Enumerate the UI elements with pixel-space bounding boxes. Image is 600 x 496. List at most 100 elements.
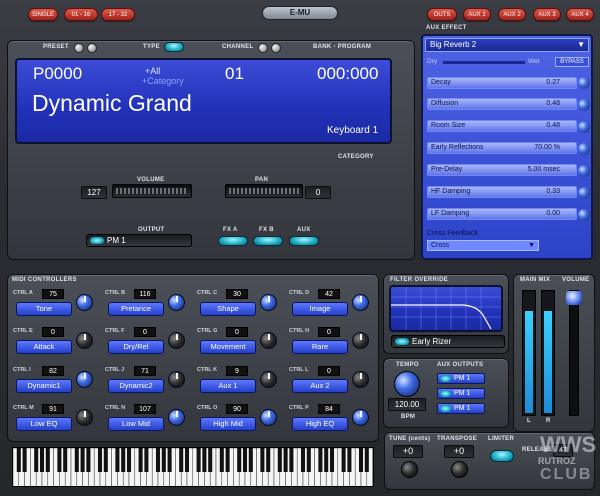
channel-next-button[interactable]: [271, 43, 281, 53]
controller-value[interactable]: 42: [318, 289, 340, 299]
controller-assign-button[interactable]: Image: [292, 302, 348, 316]
param-hf-damping[interactable]: HF Damping 0.33: [427, 186, 577, 198]
aux-output-1[interactable]: PM 1: [437, 373, 485, 384]
controller-assign-button[interactable]: Rare: [292, 340, 348, 354]
param-room-size[interactable]: Room Size 0.48: [427, 120, 577, 132]
controller-knob-icon[interactable]: [352, 294, 369, 311]
controller-assign-button[interactable]: Dry/Rel: [108, 340, 164, 354]
controller-knob-icon[interactable]: [76, 371, 93, 388]
tempo-value[interactable]: 120.00: [388, 398, 426, 411]
filter-type-selector[interactable]: Early Rizer: [391, 335, 505, 348]
controller-knob-icon[interactable]: [168, 371, 185, 388]
aux3-button[interactable]: AUX 3: [533, 8, 561, 21]
volume-value[interactable]: 127: [81, 186, 107, 199]
controller-knob-icon[interactable]: [352, 332, 369, 349]
controller-assign-button[interactable]: Low EQ: [16, 417, 72, 431]
channels-17-32-button[interactable]: 17 - 32: [101, 8, 135, 21]
param-pre-delay[interactable]: Pre-Delay 5.00 msec: [427, 164, 577, 176]
controller-assign-button[interactable]: Aux 1: [200, 379, 256, 393]
controller-knob-icon[interactable]: [352, 371, 369, 388]
controller-assign-button[interactable]: Movement: [200, 340, 256, 354]
aux-outputs-list: PM 1 PM 1 PM 1: [434, 370, 494, 422]
controller-value[interactable]: 90: [226, 404, 248, 414]
controller-value[interactable]: 0: [318, 366, 340, 376]
controller-value[interactable]: 91: [42, 404, 64, 414]
controller-assign-button[interactable]: High EQ: [292, 417, 348, 431]
pan-slider[interactable]: [225, 184, 303, 198]
controller-value[interactable]: 0: [42, 327, 64, 337]
controller-assign-button[interactable]: Dynamic1: [16, 379, 72, 393]
cross-feedback-dropdown[interactable]: Cross ▼: [427, 240, 539, 251]
tempo-knob[interactable]: [394, 371, 420, 397]
controller-value[interactable]: 84: [318, 404, 340, 414]
param-decay[interactable]: Decay 0.27: [427, 77, 577, 89]
controller-knob-icon[interactable]: [352, 409, 369, 426]
aux2-button[interactable]: AUX 2: [498, 8, 526, 21]
controller-value[interactable]: 0: [318, 327, 340, 337]
type-selector[interactable]: [164, 42, 184, 52]
master-volume-fader[interactable]: [566, 290, 582, 416]
controller-knob-icon[interactable]: [168, 294, 185, 311]
controller-knob-icon[interactable]: [76, 409, 93, 426]
effect-type-dropdown[interactable]: Big Reverb 2 ▼: [425, 38, 589, 52]
controller-assign-button[interactable]: Pretance: [108, 302, 164, 316]
controller-knob-icon[interactable]: [168, 332, 185, 349]
controller-knob-icon[interactable]: [76, 332, 93, 349]
piano-keyboard[interactable]: [12, 447, 374, 487]
single-button[interactable]: SINGLE: [28, 8, 58, 21]
type-all: +All: [145, 66, 161, 76]
controller-knob-icon[interactable]: [260, 371, 277, 388]
controller-value[interactable]: 0: [134, 327, 156, 337]
controller-knob-icon[interactable]: [76, 294, 93, 311]
filter-response-graph[interactable]: [389, 285, 503, 332]
controller-assign-button[interactable]: Low Mid: [108, 417, 164, 431]
controller-value[interactable]: 71: [134, 366, 156, 376]
controller-assign-button[interactable]: High Mid: [200, 417, 256, 431]
fxb-send-button[interactable]: [253, 236, 283, 246]
param-knobs[interactable]: [578, 77, 590, 237]
controller-value[interactable]: 0: [226, 327, 248, 337]
aux1-button[interactable]: AUX 1: [463, 8, 491, 21]
preset-prev-button[interactable]: [74, 43, 84, 53]
controller-value[interactable]: 75: [42, 289, 64, 299]
preset-display[interactable]: P0000 +All +Category 01 000:000 Dynamic …: [15, 58, 392, 144]
volume-slider[interactable]: [112, 184, 192, 198]
pan-value[interactable]: 0: [305, 186, 331, 199]
outs-button[interactable]: OUTS: [427, 8, 457, 21]
param-diffusion[interactable]: Diffusion 0.48: [427, 98, 577, 110]
aux-output-3[interactable]: PM 1: [437, 403, 485, 414]
dry-wet-slider[interactable]: [443, 61, 525, 64]
tune-value[interactable]: +0: [393, 445, 423, 458]
controller-knob-icon[interactable]: [260, 332, 277, 349]
output-selector[interactable]: PM 1: [86, 234, 192, 247]
transpose-value[interactable]: +0: [444, 445, 474, 458]
fxa-send-button[interactable]: [218, 236, 248, 246]
aux4-button[interactable]: AUX 4: [566, 8, 594, 21]
controller-knob-icon[interactable]: [260, 294, 277, 311]
transpose-knob[interactable]: [451, 461, 468, 478]
controller-assign-button[interactable]: Tone: [16, 302, 72, 316]
controller-assign-button[interactable]: Dynamic2: [108, 379, 164, 393]
controller-value[interactable]: 30: [226, 289, 248, 299]
limiter-toggle[interactable]: [490, 450, 514, 462]
tempo-title: TEMPO: [396, 362, 419, 368]
controller-value[interactable]: 116: [134, 289, 156, 299]
param-early-reflections[interactable]: Early Reflections 70.00 %: [427, 142, 577, 154]
channel-prev-button[interactable]: [258, 43, 268, 53]
controller-value[interactable]: 82: [42, 366, 64, 376]
aux-output-2[interactable]: PM 1: [437, 388, 485, 399]
tune-knob[interactable]: [401, 461, 418, 478]
controller-value[interactable]: 9: [226, 366, 248, 376]
controller-value[interactable]: 107: [134, 404, 156, 414]
controller-knob-icon[interactable]: [260, 409, 277, 426]
channels-1-16-button[interactable]: 01 - 16: [64, 8, 98, 21]
controller-assign-button[interactable]: Shape: [200, 302, 256, 316]
preset-next-button[interactable]: [87, 43, 97, 53]
param-lf-damping[interactable]: LF Damping 0.00: [427, 208, 577, 220]
bypass-button[interactable]: BYPASS: [555, 57, 589, 67]
controller-assign-button[interactable]: Attack: [16, 340, 72, 354]
controller-knob-icon[interactable]: [168, 409, 185, 426]
aux-send-button[interactable]: [289, 236, 319, 246]
controller-assign-button[interactable]: Aux 2: [292, 379, 348, 393]
fader-handle[interactable]: [566, 291, 582, 305]
